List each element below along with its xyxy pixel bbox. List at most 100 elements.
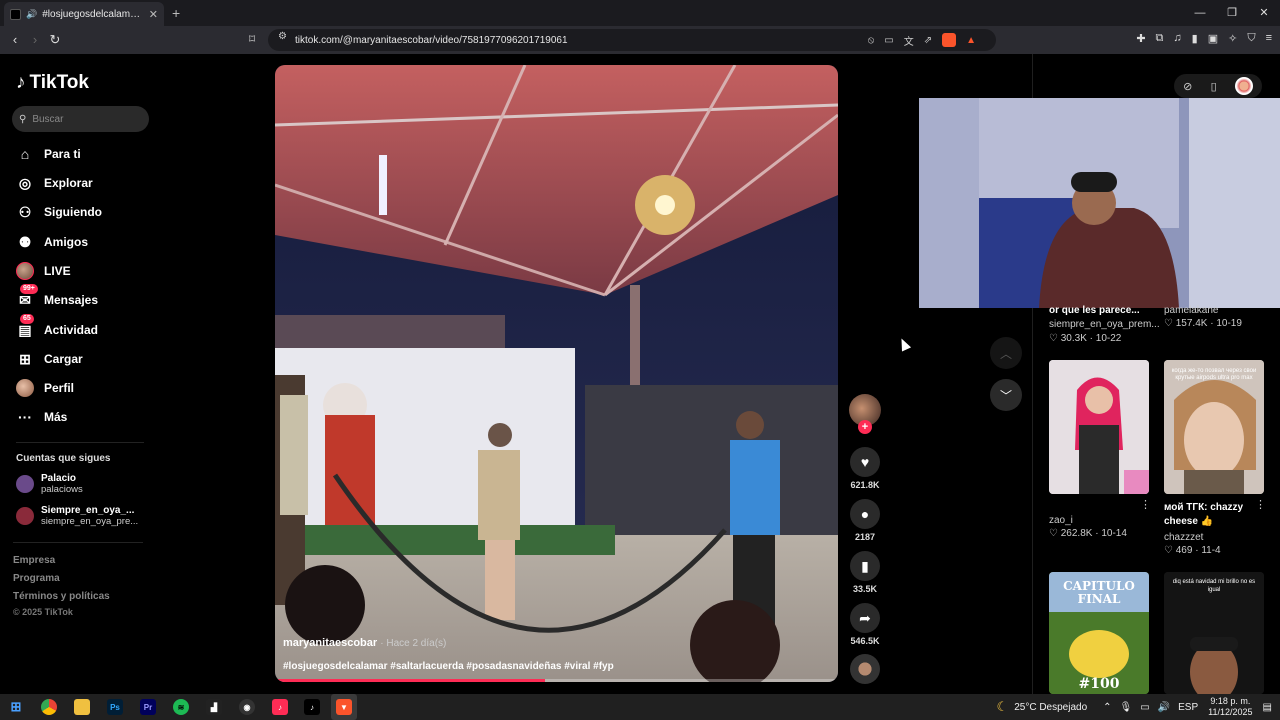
cast-icon[interactable]: ▭	[884, 35, 893, 46]
video-author[interactable]: maryanitaescobar · Hace 2 día(s)	[283, 637, 446, 649]
volume-icon[interactable]: 🔊	[1158, 702, 1170, 713]
site-info-icon[interactable]: ⚙	[278, 31, 287, 42]
tiktok-app-icon[interactable]: ♪	[304, 699, 320, 715]
sidebar-item-para-ti[interactable]: ⌂ Para ti	[16, 143, 81, 165]
forward-icon[interactable]: ›	[25, 32, 45, 47]
tiktok-logo[interactable]: ♪ TikTok	[16, 72, 89, 94]
sidebar-item-perfil[interactable]: Perfil	[16, 377, 74, 399]
sidebar-item-siguiendo[interactable]: ⚇ Siguiendo	[16, 201, 102, 223]
brave-shield-icon[interactable]	[942, 33, 957, 47]
sidebar-item-mensajes[interactable]: ✉ 99+ Mensajes	[16, 284, 98, 311]
card-title[interactable]: мой ТГК: chazzy cheese 👍	[1164, 501, 1254, 529]
footer-programa[interactable]: Programa	[13, 573, 60, 584]
sidebar-item-mas[interactable]: ··· Más	[16, 406, 67, 428]
close-window-icon[interactable]: ✕	[1248, 0, 1280, 26]
sidebar-item-label: Actividad	[44, 323, 99, 337]
more-options-icon[interactable]: ⋮	[1140, 498, 1151, 511]
vpn-icon[interactable]: ⛉	[1247, 32, 1255, 45]
activity-icon: ▤ 65	[16, 314, 34, 339]
url-text: tiktok.com/@maryanitaescobar/video/75819…	[295, 34, 568, 46]
sidebar-item-label: Explorar	[44, 176, 93, 190]
sidebar-item-actividad[interactable]: ▤ 65 Actividad	[16, 314, 99, 341]
music-icon[interactable]: ♫	[1173, 32, 1181, 45]
notifications-icon[interactable]: ▤	[1263, 702, 1272, 713]
spotify-icon[interactable]: ≋	[173, 699, 189, 715]
card-title[interactable]: or que les parece...	[1049, 304, 1140, 318]
card-author[interactable]: pamelakane	[1164, 305, 1218, 316]
like-button[interactable]: ♥ 621.8K	[848, 447, 882, 490]
sidebar-toggle-icon[interactable]: ▮	[1192, 32, 1198, 45]
brave-browser-icon[interactable]: ▼	[336, 699, 352, 715]
extensions-icon[interactable]: ✚	[1136, 32, 1145, 45]
audio-app-icon[interactable]: ▟	[206, 699, 222, 715]
network-icon[interactable]: ▭	[1140, 702, 1149, 713]
speaker-icon[interactable]: 🔊	[26, 9, 37, 20]
video-thumbnail[interactable]: diq está navidad mi brillo no es igual	[1164, 572, 1264, 694]
more-options-icon[interactable]: ⋮	[1255, 498, 1266, 511]
sidebar-item-amigos[interactable]: ⚉ Amigos	[16, 231, 88, 253]
windows-start-icon[interactable]: ⊞	[8, 699, 24, 715]
wallet-icon[interactable]: ▣	[1208, 32, 1218, 45]
search-input[interactable]: ⚲ Buscar	[12, 106, 149, 132]
comment-button[interactable]: ● 2187	[848, 499, 882, 542]
webcam-image	[919, 98, 1280, 308]
microphone-icon[interactable]: 🎙	[1120, 702, 1133, 713]
url-field[interactable]: tiktok.com/@maryanitaescobar/video/75819…	[268, 29, 996, 51]
premiere-icon[interactable]: Pr	[140, 699, 156, 715]
share-button[interactable]: ➦ 546.5K	[848, 603, 882, 646]
screenshot-icon[interactable]: ⧉	[1156, 32, 1164, 45]
tray-chevron-up-icon[interactable]: ⌃	[1103, 702, 1111, 713]
bookmark-icon[interactable]: ⌑	[249, 32, 255, 46]
video-player[interactable]: maryanitaescobar · Hace 2 día(s) #losjue…	[275, 65, 838, 682]
reload-icon[interactable]: ↻	[45, 32, 65, 48]
tab-close-icon[interactable]: ✕	[149, 8, 158, 21]
brave-rewards-icon[interactable]: ▲	[966, 35, 976, 46]
save-button[interactable]: ▮ 33.5K	[848, 551, 882, 594]
footer-terminos[interactable]: Términos y políticas	[13, 591, 110, 602]
leo-ai-icon[interactable]: ✧	[1228, 32, 1237, 45]
compass-icon[interactable]: ⊘	[1183, 80, 1192, 93]
tiktok-live-studio-icon[interactable]: ♪	[272, 699, 288, 715]
translate-icon[interactable]: 文	[904, 33, 914, 48]
sidebar-item-live[interactable]: LIVE	[16, 260, 71, 282]
video-thumbnail[interactable]	[1049, 360, 1149, 494]
clock[interactable]: 9:18 p. m. 11/12/2025	[1208, 696, 1252, 718]
sidebar-item-explorar[interactable]: ◎ Explorar	[16, 172, 93, 194]
new-tab-icon[interactable]: +	[172, 5, 180, 21]
obs-icon[interactable]: ◉	[239, 699, 255, 715]
device-icon[interactable]: ▯	[1211, 80, 1217, 93]
card-author[interactable]: zao_i	[1049, 515, 1073, 526]
next-video-button[interactable]: ﹀	[990, 379, 1022, 411]
video-thumbnail[interactable]: CAPITULO FINAL #100	[1049, 572, 1149, 694]
card-author[interactable]: siempre_en_oya_prem...	[1049, 319, 1160, 330]
minimize-icon[interactable]: —	[1184, 0, 1216, 26]
video-progress-bar[interactable]	[275, 679, 838, 682]
author-avatar-button[interactable]: +	[848, 394, 882, 434]
previous-video-button[interactable]: ︿	[990, 337, 1022, 369]
photoshop-icon[interactable]: Ps	[107, 699, 123, 715]
back-icon[interactable]: ‹	[5, 32, 25, 47]
video-thumbnail[interactable]: когда же-то позвал через свои крутые air…	[1164, 360, 1264, 494]
follow-plus-icon[interactable]: +	[858, 420, 872, 434]
restore-icon[interactable]: ❐	[1216, 0, 1248, 26]
video-caption[interactable]: #losjuegosdelcalamar #saltarlacuerda #po…	[283, 661, 614, 672]
music-disc-button[interactable]	[848, 654, 882, 684]
weather-text[interactable]: 25°C Despejado	[1014, 702, 1087, 713]
following-account-palacio[interactable]: Palacio palaciows	[16, 473, 83, 495]
menu-icon[interactable]: ≡	[1266, 32, 1272, 45]
no-tracking-icon[interactable]: ⦸	[868, 35, 875, 46]
card-author[interactable]: chazzzet	[1164, 532, 1203, 543]
file-explorer-icon[interactable]	[74, 699, 90, 715]
sidebar-item-label: Para ti	[44, 147, 81, 161]
share-icon[interactable]: ⇗	[924, 35, 932, 46]
chrome-icon[interactable]	[41, 699, 57, 715]
thumbnail-price: #100	[1078, 676, 1120, 692]
card-stats: ♡ 262.8K · 10-14	[1049, 528, 1127, 539]
browser-tab[interactable]: 🔊 #losjuegosdelcalamar #saltarlacuerda ✕	[4, 2, 164, 26]
footer-empresa[interactable]: Empresa	[13, 555, 55, 566]
following-account-siempre[interactable]: Siempre_en_oya_... siempre_en_oya_pre...	[16, 505, 138, 527]
user-avatar[interactable]	[1234, 77, 1253, 95]
sidebar-item-cargar[interactable]: ⊞ Cargar	[16, 348, 83, 370]
browser-tabbar: 🔊 #losjuegosdelcalamar #saltarlacuerda ✕…	[0, 0, 1280, 26]
keyboard-language[interactable]: ESP	[1178, 702, 1198, 713]
